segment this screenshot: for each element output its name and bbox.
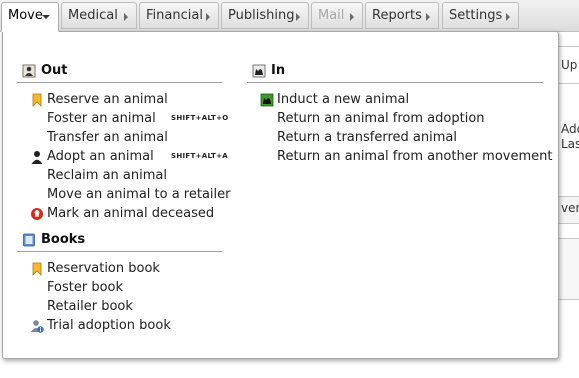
- menu-item-foster-book-label: Foster book: [47, 280, 124, 295]
- menu-item-adopt-shortcut: SHIFT+ALT+A: [171, 152, 229, 160]
- menu-item-reclaim-label: Reclaim an animal: [47, 168, 167, 183]
- menu-mail[interactable]: Mail: [311, 2, 363, 29]
- menu-item-return-other-movement-label: Return an animal from another movement: [277, 149, 553, 164]
- menu-settings-label: Settings: [449, 8, 503, 23]
- chevron-right-icon: [350, 13, 354, 21]
- menu-item-foster[interactable]: Foster an animal SHIFT+ALT+O: [17, 109, 237, 128]
- background-text-las: Las: [561, 137, 579, 151]
- background-text-up: Up: [561, 58, 578, 72]
- section-out-heading: Out: [17, 62, 222, 83]
- chevron-right-icon: [124, 13, 128, 21]
- menu-item-reserve[interactable]: Reserve an animal: [17, 90, 222, 109]
- background-text-ado: Ado: [561, 122, 579, 136]
- menu-publishing-label: Publishing: [228, 8, 295, 23]
- menu-medical-label: Medical: [68, 8, 118, 23]
- menu-item-reclaim[interactable]: Reclaim an animal: [17, 166, 222, 185]
- menu-item-induct-label: Induct a new animal: [277, 92, 410, 107]
- menu-item-move-to-retailer[interactable]: Move an animal to a retailer: [17, 185, 232, 204]
- menu-item-trial-adoption-book[interactable]: Trial adoption book: [17, 316, 222, 335]
- section-in-title: In: [271, 63, 286, 78]
- menu-financial-label: Financial: [146, 8, 203, 23]
- chevron-right-icon: [206, 13, 210, 21]
- deceased-icon: [31, 208, 43, 220]
- menu-financial[interactable]: Financial: [139, 2, 219, 29]
- menu-item-adopt-label: Adopt an animal: [47, 149, 154, 164]
- menu-item-reservation-book[interactable]: Reservation book: [17, 259, 222, 278]
- menu-item-adopt[interactable]: Adopt an animal SHIFT+ALT+A: [17, 147, 237, 166]
- menu-item-reservation-book-label: Reservation book: [47, 261, 160, 276]
- menu-move-label: Move: [8, 8, 43, 23]
- menu-item-return-transferred-label: Return a transferred animal: [277, 130, 457, 145]
- menu-item-trial-adoption-book-label: Trial adoption book: [47, 318, 171, 333]
- chevron-right-icon: [506, 13, 510, 21]
- menu-medical[interactable]: Medical: [61, 2, 137, 29]
- book-icon: [23, 233, 35, 247]
- trial-adoption-icon: [31, 320, 44, 333]
- induct-animal-icon: [260, 93, 274, 107]
- person-icon: [31, 151, 43, 164]
- menu-item-return-from-adoption-label: Return an animal from adoption: [277, 111, 485, 126]
- menu-item-mark-deceased-label: Mark an animal deceased: [47, 206, 215, 221]
- section-in-heading: In: [247, 62, 543, 83]
- menu-item-move-to-retailer-label: Move an animal to a retailer: [47, 187, 231, 202]
- menu-publishing[interactable]: Publishing: [221, 2, 309, 29]
- section-books-heading: Books: [17, 231, 222, 252]
- chevron-right-icon: [426, 13, 430, 21]
- chevron-down-icon: [42, 15, 50, 19]
- reserve-ribbon-icon: [32, 262, 42, 276]
- menu-reports-label: Reports: [372, 8, 422, 23]
- menu-item-transfer[interactable]: Transfer an animal: [17, 128, 222, 147]
- menu-item-foster-shortcut: SHIFT+ALT+O: [171, 114, 229, 122]
- menu-item-foster-label: Foster an animal: [47, 111, 156, 126]
- menu-item-mark-deceased[interactable]: Mark an animal deceased: [17, 204, 222, 223]
- background-text-ven: ven: [561, 201, 579, 215]
- animal-in-icon: [252, 64, 266, 78]
- chevron-right-icon: [296, 13, 300, 21]
- menu-item-reserve-label: Reserve an animal: [47, 92, 168, 107]
- reserve-ribbon-icon: [32, 93, 42, 107]
- menu-item-retailer-book-label: Retailer book: [47, 299, 133, 314]
- menu-reports[interactable]: Reports: [365, 2, 439, 29]
- menu-item-return-from-adoption[interactable]: Return an animal from adoption: [247, 109, 543, 128]
- menu-settings[interactable]: Settings: [442, 2, 519, 29]
- menu-item-return-transferred[interactable]: Return a transferred animal: [247, 128, 543, 147]
- menu-item-return-other-movement[interactable]: Return an animal from another movement: [247, 147, 552, 166]
- menu-item-induct[interactable]: Induct a new animal: [247, 90, 543, 109]
- section-out-title: Out: [41, 63, 68, 78]
- person-out-icon: [22, 64, 36, 78]
- menu-item-retailer-book[interactable]: Retailer book: [17, 297, 222, 316]
- menu-move[interactable]: Move: [1, 2, 59, 32]
- move-dropdown-menu: Out Reserve an animal Foster an animal S…: [2, 31, 559, 359]
- section-books-title: Books: [41, 232, 86, 247]
- menubar: Move Medical Financial Publishing Mail R…: [0, 0, 579, 32]
- menu-item-foster-book[interactable]: Foster book: [17, 278, 222, 297]
- menu-item-transfer-label: Transfer an animal: [47, 130, 168, 145]
- menu-mail-label: Mail: [318, 8, 345, 23]
